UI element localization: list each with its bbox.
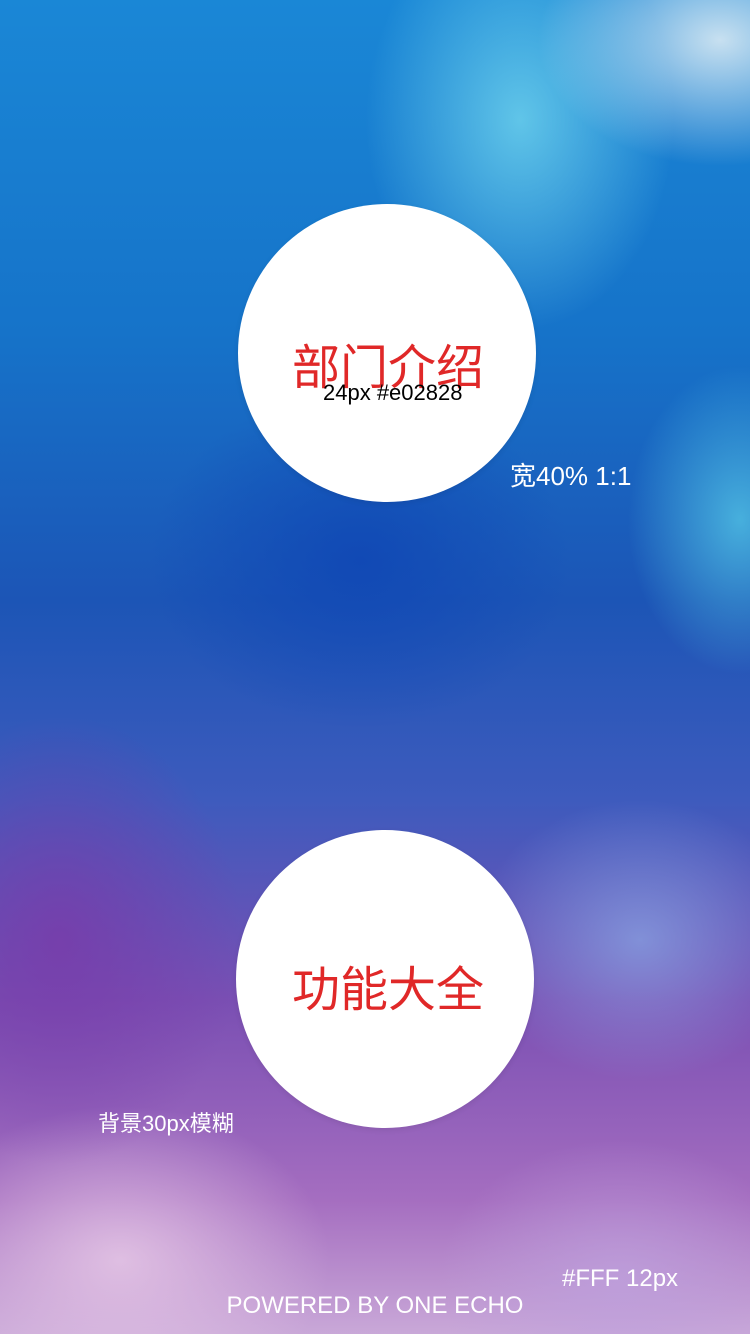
app-screen: 部门介绍 24px #e02828 宽40% 1:1 功能大全 背景30px模糊… bbox=[0, 0, 750, 1334]
powered-by-footer: POWERED BY ONE ECHO bbox=[226, 1292, 524, 1319]
department-intro-button[interactable]: 部门介绍 bbox=[238, 204, 536, 502]
background-spec-annotation: 背景30px模糊 bbox=[98, 1111, 234, 1136]
font-spec-annotation: 24px #e02828 bbox=[323, 380, 463, 405]
width-spec-annotation: 宽40% 1:1 bbox=[510, 461, 632, 491]
all-features-button[interactable]: 功能大全 bbox=[236, 830, 534, 1128]
all-features-label: 功能大全 bbox=[292, 962, 485, 1018]
footer-font-spec-annotation: #FFF 12px bbox=[562, 1265, 679, 1292]
